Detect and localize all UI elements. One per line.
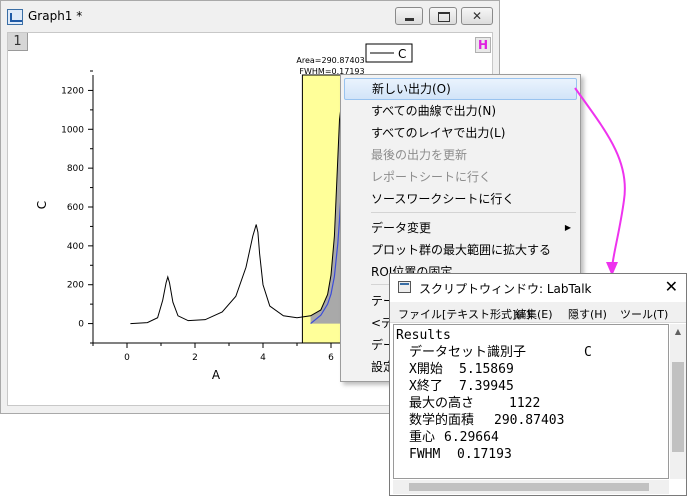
x-tick-label: 2 (192, 353, 198, 363)
result-row: データセット識別子 C (409, 344, 592, 361)
result-label: データセット識別子 (409, 345, 527, 360)
y-tick-label: 0 (78, 320, 84, 330)
vertical-scrollbar[interactable]: ▲ (670, 324, 686, 479)
x-tick-label: 0 (124, 353, 130, 363)
x-axis-title: A (212, 368, 221, 382)
result-label: FWHM (409, 447, 441, 462)
hscroll-thumb[interactable] (409, 483, 649, 491)
result-label: X終了 (409, 379, 443, 394)
result-value: 290.87403 (494, 413, 565, 428)
menu-separator (371, 212, 576, 213)
menu-item: 最後の出力を更新 (344, 144, 577, 166)
result-row: X終了 7.39945 (409, 378, 514, 395)
result-value: 6.29664 (444, 430, 499, 445)
menu-tools[interactable]: ツール(T) (620, 306, 668, 322)
menu-item-label: すべての曲線で出力(N) (371, 104, 497, 118)
menu-item[interactable]: プロット群の最大範囲に拡大する (344, 239, 577, 261)
menu-item-label: すべてのレイヤで出力(L) (371, 126, 506, 140)
menu-item[interactable]: 新しい出力(O) (344, 78, 577, 100)
results-header: Results (396, 328, 451, 343)
graph-title: Graph1 * (28, 9, 83, 23)
graph-titlebar[interactable]: Graph1 * ✕ (1, 1, 499, 31)
minimize-button[interactable] (395, 7, 423, 25)
menu-item-label: ソースワークシートに行く (371, 192, 515, 206)
y-tick-label: 200 (67, 281, 84, 291)
result-value: 1122 (509, 396, 541, 411)
y-tick-label: 400 (67, 242, 84, 252)
script-output-area[interactable]: Results データセット識別子 C X開始 5.15869 X終了 7.39945 最大… (393, 324, 669, 479)
result-row: X開始 5.15869 (409, 361, 514, 378)
horizontal-scrollbar[interactable] (393, 480, 669, 494)
result-label: X開始 (409, 362, 443, 377)
menu-item[interactable]: データ変更 ▶ (344, 217, 577, 239)
legend-label: C (398, 47, 406, 61)
maximize-button[interactable] (429, 7, 457, 25)
script-window-title: スクリプトウィンドウ: LabTalk (419, 282, 592, 296)
menu-hide[interactable]: 隠す(H) (568, 306, 607, 322)
menu-item-label: プロット群の最大範囲に拡大する (371, 243, 552, 257)
script-window: スクリプトウィンドウ: LabTalk ✕ ファイル[テキスト形式](F) 編集… (389, 273, 687, 496)
scroll-thumb[interactable] (672, 362, 684, 452)
menu-item-label: 最後の出力を更新 (371, 148, 468, 162)
script-menubar: ファイル[テキスト形式](F) 編集(E) 隠す(H) ツール(T) (390, 302, 686, 323)
pointer-arrow-line (574, 87, 626, 269)
y-tick-label: 600 (67, 203, 84, 213)
x-tick-label: 6 (328, 353, 334, 363)
x-tick-label: 4 (260, 353, 266, 363)
result-value: 7.39945 (459, 379, 514, 394)
menu-item-label: 新しい出力(O) (372, 82, 451, 96)
result-value: 0.17193 (457, 447, 512, 462)
menu-item: レポートシートに行く (344, 166, 577, 188)
close-icon: ✕ (471, 9, 483, 23)
menu-item[interactable]: すべてのレイヤで出力(L) (344, 122, 577, 144)
graph-app-icon (7, 9, 23, 25)
menu-item[interactable]: すべての曲線で出力(N) (344, 100, 577, 122)
scroll-up-icon[interactable]: ▲ (670, 324, 686, 340)
result-label: 重心 (409, 430, 436, 445)
menu-item-label: データ変更 (371, 221, 432, 235)
result-label: 数学的面積 (409, 413, 475, 428)
script-window-icon (398, 281, 411, 293)
script-titlebar[interactable]: スクリプトウィンドウ: LabTalk ✕ (390, 274, 686, 301)
y-tick-label: 1200 (61, 86, 84, 96)
result-label: 最大の高さ (409, 396, 475, 411)
menu-file[interactable]: ファイル[テキスト形式](F) (398, 306, 531, 322)
menu-item[interactable]: ソースワークシートに行く (344, 188, 577, 210)
result-value: C (584, 345, 592, 360)
y-axis-title: C (35, 201, 49, 209)
result-row: 数学的面積 290.87403 (409, 412, 564, 429)
y-tick-label: 800 (67, 164, 84, 174)
y-tick-label: 1000 (61, 125, 84, 135)
result-row: 重心 6.29664 (409, 429, 499, 446)
submenu-arrow-icon: ▶ (564, 223, 571, 232)
result-value: 5.15869 (459, 362, 514, 377)
menu-item-label: レポートシートに行く (371, 170, 492, 184)
script-close-button[interactable]: ✕ (665, 277, 678, 297)
menu-edit[interactable]: 編集(E) (515, 306, 553, 322)
result-row: FWHM 0.17193 (409, 446, 512, 463)
roi-area-label: Area=290.87403 (296, 56, 364, 65)
close-graph-button[interactable]: ✕ (461, 7, 493, 25)
result-row: 最大の高さ 1122 (409, 395, 540, 412)
